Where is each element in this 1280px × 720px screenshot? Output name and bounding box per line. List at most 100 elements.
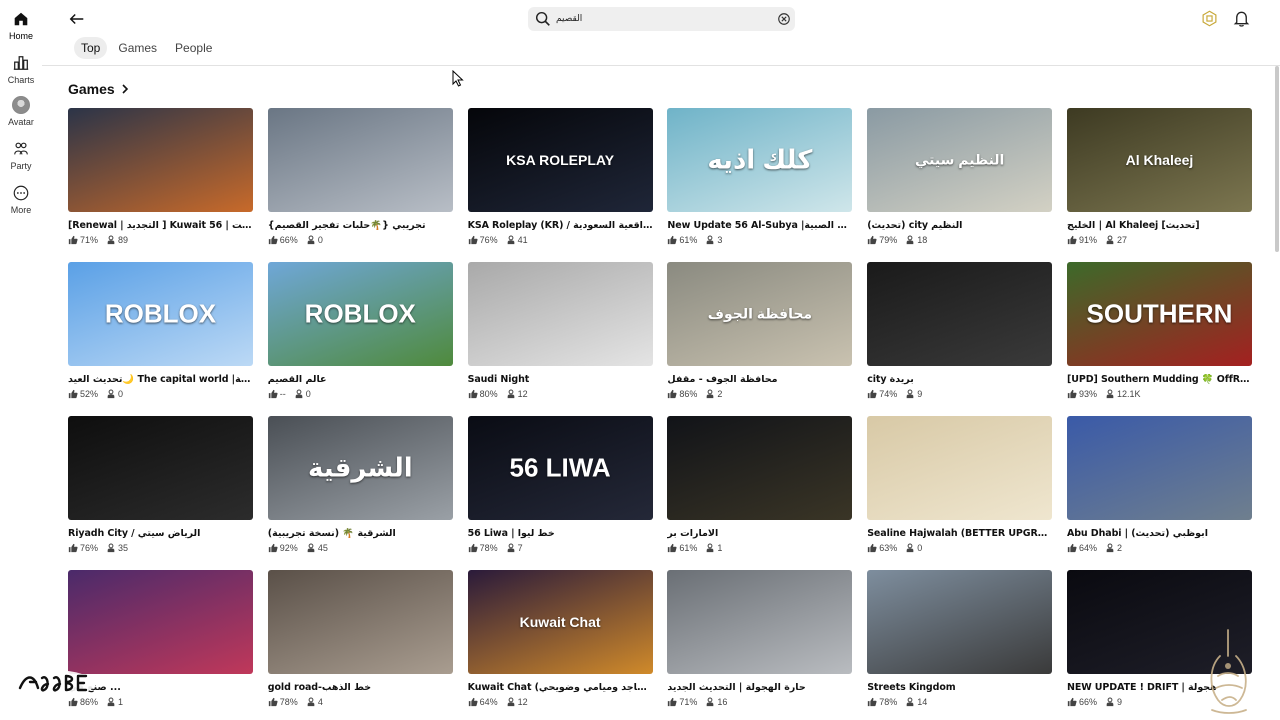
game-thumbnail[interactable]: كلك اذيه [667, 108, 853, 212]
players-stat: 35 [106, 543, 128, 553]
game-card[interactable]: Streets Kingdom 78% 14 [867, 570, 1053, 720]
game-thumbnail[interactable] [1066, 416, 1252, 520]
game-thumbnail[interactable]: 56 LIWA [467, 416, 653, 520]
game-title[interactable]: Streets Kingdom [867, 682, 1052, 693]
game-title[interactable]: الامارات بر [667, 528, 852, 539]
avatar-icon [12, 96, 30, 114]
game-thumbnail[interactable] [467, 262, 653, 366]
game-card[interactable]: Sealine Hajwalah (BETTER UPGRADED ... 63%… [867, 416, 1053, 570]
search-bar[interactable] [528, 7, 795, 31]
game-thumbnail[interactable]: SOUTHERN [1066, 262, 1252, 366]
search-input[interactable] [556, 10, 776, 28]
game-thumbnail[interactable] [267, 570, 453, 674]
game-card[interactable]: النظيم سيتي (تحديث) city النظيم 79% 18 [867, 108, 1053, 262]
game-card[interactable]: gold road-خط الذهب 78% 4 [267, 570, 453, 720]
game-card[interactable]: كلك اذيه New Update 56 Al-Subya |خط الصبي… [667, 108, 853, 262]
game-title[interactable]: Saudi Night [468, 374, 653, 385]
game-thumbnail[interactable] [68, 416, 253, 520]
game-thumbnail[interactable]: Al Khaleej [1066, 108, 1252, 212]
game-card[interactable]: Saudi Night 80% 12 [467, 262, 653, 416]
rating-stat: 71% [68, 235, 98, 245]
game-thumbnail[interactable] [267, 108, 453, 212]
games-section-title[interactable]: Games [68, 81, 131, 97]
game-thumbnail[interactable]: KSA ROLEPLAY [467, 108, 653, 212]
game-thumbnail[interactable]: الشرقية [267, 416, 453, 520]
game-title[interactable]: Abu Dhabi | ابوظبي (تحديث) [1067, 528, 1252, 539]
tab-top[interactable]: Top [74, 37, 108, 59]
game-title[interactable]: Riyadh City / الرياض سيتي [68, 528, 253, 539]
game-card[interactable]: الامارات بر 61% 1 [667, 416, 853, 570]
game-title[interactable]: تحديث العيد🌙 The capital world |عالم الع… [68, 374, 253, 385]
game-title[interactable]: [UPD] Southern Mudding 🍀 OffRoading [1067, 374, 1252, 385]
rating-stat: 74% [867, 389, 897, 399]
game-card[interactable]: Al Khaleej الخليج | Al Khaleej [تحديث] 91%… [1066, 108, 1252, 262]
game-card[interactable]: KSA ROLEPLAY KSA Roleplay (KR) / حياة واق… [467, 108, 653, 262]
game-card[interactable]: [Renewal | التجديد ] Kuwait 56 | خط الكو… [68, 108, 253, 262]
game-stats: 76% 35 [68, 543, 253, 553]
player-count: 9 [917, 389, 923, 399]
game-title[interactable]: الخليج | Al Khaleej [تحديث] [1067, 220, 1252, 231]
game-card[interactable]: SOUTHERN [UPD] Southern Mudding 🍀 OffRoad… [1066, 262, 1252, 416]
rating-stat: 78% [468, 543, 498, 553]
game-card[interactable]: city بريدة 74% 9 [867, 262, 1053, 416]
game-stats: 93% 12.1K [1067, 389, 1252, 399]
game-thumbnail[interactable] [667, 416, 853, 520]
tab-games[interactable]: Games [111, 37, 164, 59]
game-thumbnail[interactable] [867, 570, 1053, 674]
game-title[interactable]: حارة الهجولة | التحديث الجديد [667, 682, 852, 693]
back-button[interactable] [66, 8, 88, 30]
robux-icon[interactable] [1201, 10, 1218, 27]
players-stat: 16 [705, 697, 727, 707]
game-card[interactable]: الشرقية الشرقية 🌴 (نسخة تجريبية) 92% 45 [267, 416, 453, 570]
players-stat: 12 [506, 697, 528, 707]
game-thumbnail[interactable] [867, 416, 1053, 520]
scrollbar[interactable] [1275, 66, 1279, 252]
game-title[interactable]: (تحديث) city النظيم [867, 220, 1052, 231]
rating-value: 52% [80, 389, 99, 399]
bell-icon[interactable] [1232, 9, 1251, 28]
game-card[interactable]: Riyadh City / الرياض سيتي 76% 35 [68, 416, 253, 570]
game-title[interactable]: [Renewal | التجديد ] Kuwait 56 | خط الكو… [68, 220, 253, 231]
more-icon [13, 185, 29, 201]
game-title[interactable]: gold road-خط الذهب [268, 682, 453, 693]
game-title[interactable]: محافظة الجوف - مقفل [667, 374, 852, 385]
rail-charts[interactable]: Charts [0, 54, 42, 85]
rail-home[interactable]: Home [0, 10, 42, 41]
game-card[interactable]: {حلبات تفجير القصيم🌴} تجريبي 66% 0 [267, 108, 453, 262]
game-card[interactable]: Abu Dhabi | ابوظبي (تحديث) 64% 2 [1066, 416, 1252, 570]
rail-party[interactable]: Party [0, 140, 42, 171]
rail-avatar[interactable]: Avatar [0, 96, 42, 127]
game-thumbnail[interactable]: ROBLOX [267, 262, 453, 366]
game-thumbnail[interactable] [68, 108, 253, 212]
game-title[interactable]: city بريدة [867, 374, 1052, 385]
game-thumbnail[interactable]: محافظة الجوف [667, 262, 853, 366]
left-rail: Home Charts Avatar Party More [0, 0, 42, 720]
game-thumbnail[interactable] [667, 570, 853, 674]
game-card[interactable]: ROBLOX عالم القصيم -- 0 [267, 262, 453, 416]
game-thumbnail[interactable]: ROBLOX [68, 262, 253, 366]
game-thumbnail[interactable] [68, 570, 253, 674]
players-icon [307, 697, 315, 707]
tab-people[interactable]: People [168, 37, 219, 59]
game-card[interactable]: 56 LIWA 56 Liwa | خط ليوا 78% 7 [467, 416, 653, 570]
game-title[interactable]: KSA Roleplay (KR) / حياة واقعية السعودية [468, 220, 653, 231]
game-title[interactable]: {حلبات تفجير القصيم🌴} تجريبي [268, 220, 453, 231]
clear-icon[interactable] [777, 12, 791, 26]
game-title[interactable]: Sealine Hajwalah (BETTER UPGRADED ... [867, 528, 1052, 539]
game-card[interactable]: محافظة الجوف محافظة الجوف - مقفل 86% 2 [667, 262, 853, 416]
player-count: 1 [717, 543, 723, 553]
players-stat: 0 [294, 389, 311, 399]
game-title[interactable]: Kuwait Chat (حفلة راهد الماجد وميامي وضو… [468, 682, 653, 693]
game-title[interactable]: عالم القصيم [268, 374, 453, 385]
game-thumbnail[interactable] [867, 262, 1053, 366]
game-title[interactable]: 56 Liwa | خط ليوا [468, 528, 653, 539]
game-card[interactable]: Kuwait Chat Kuwait Chat (حفلة راهد الماجد… [467, 570, 653, 720]
game-thumbnail[interactable]: النظيم سيتي [867, 108, 1053, 212]
rail-more[interactable]: More [0, 184, 42, 215]
game-card[interactable]: ROBLOX تحديث العيد🌙 The capital world |عا… [68, 262, 253, 416]
rating-value: 71% [679, 697, 698, 707]
game-thumbnail[interactable]: Kuwait Chat [467, 570, 653, 674]
game-card[interactable]: حارة الهجولة | التحديث الجديد 71% 16 [667, 570, 853, 720]
game-title[interactable]: الشرقية 🌴 (نسخة تجريبية) [268, 528, 453, 539]
game-title[interactable]: New Update 56 Al-Subya |خط الصبية [667, 220, 852, 231]
